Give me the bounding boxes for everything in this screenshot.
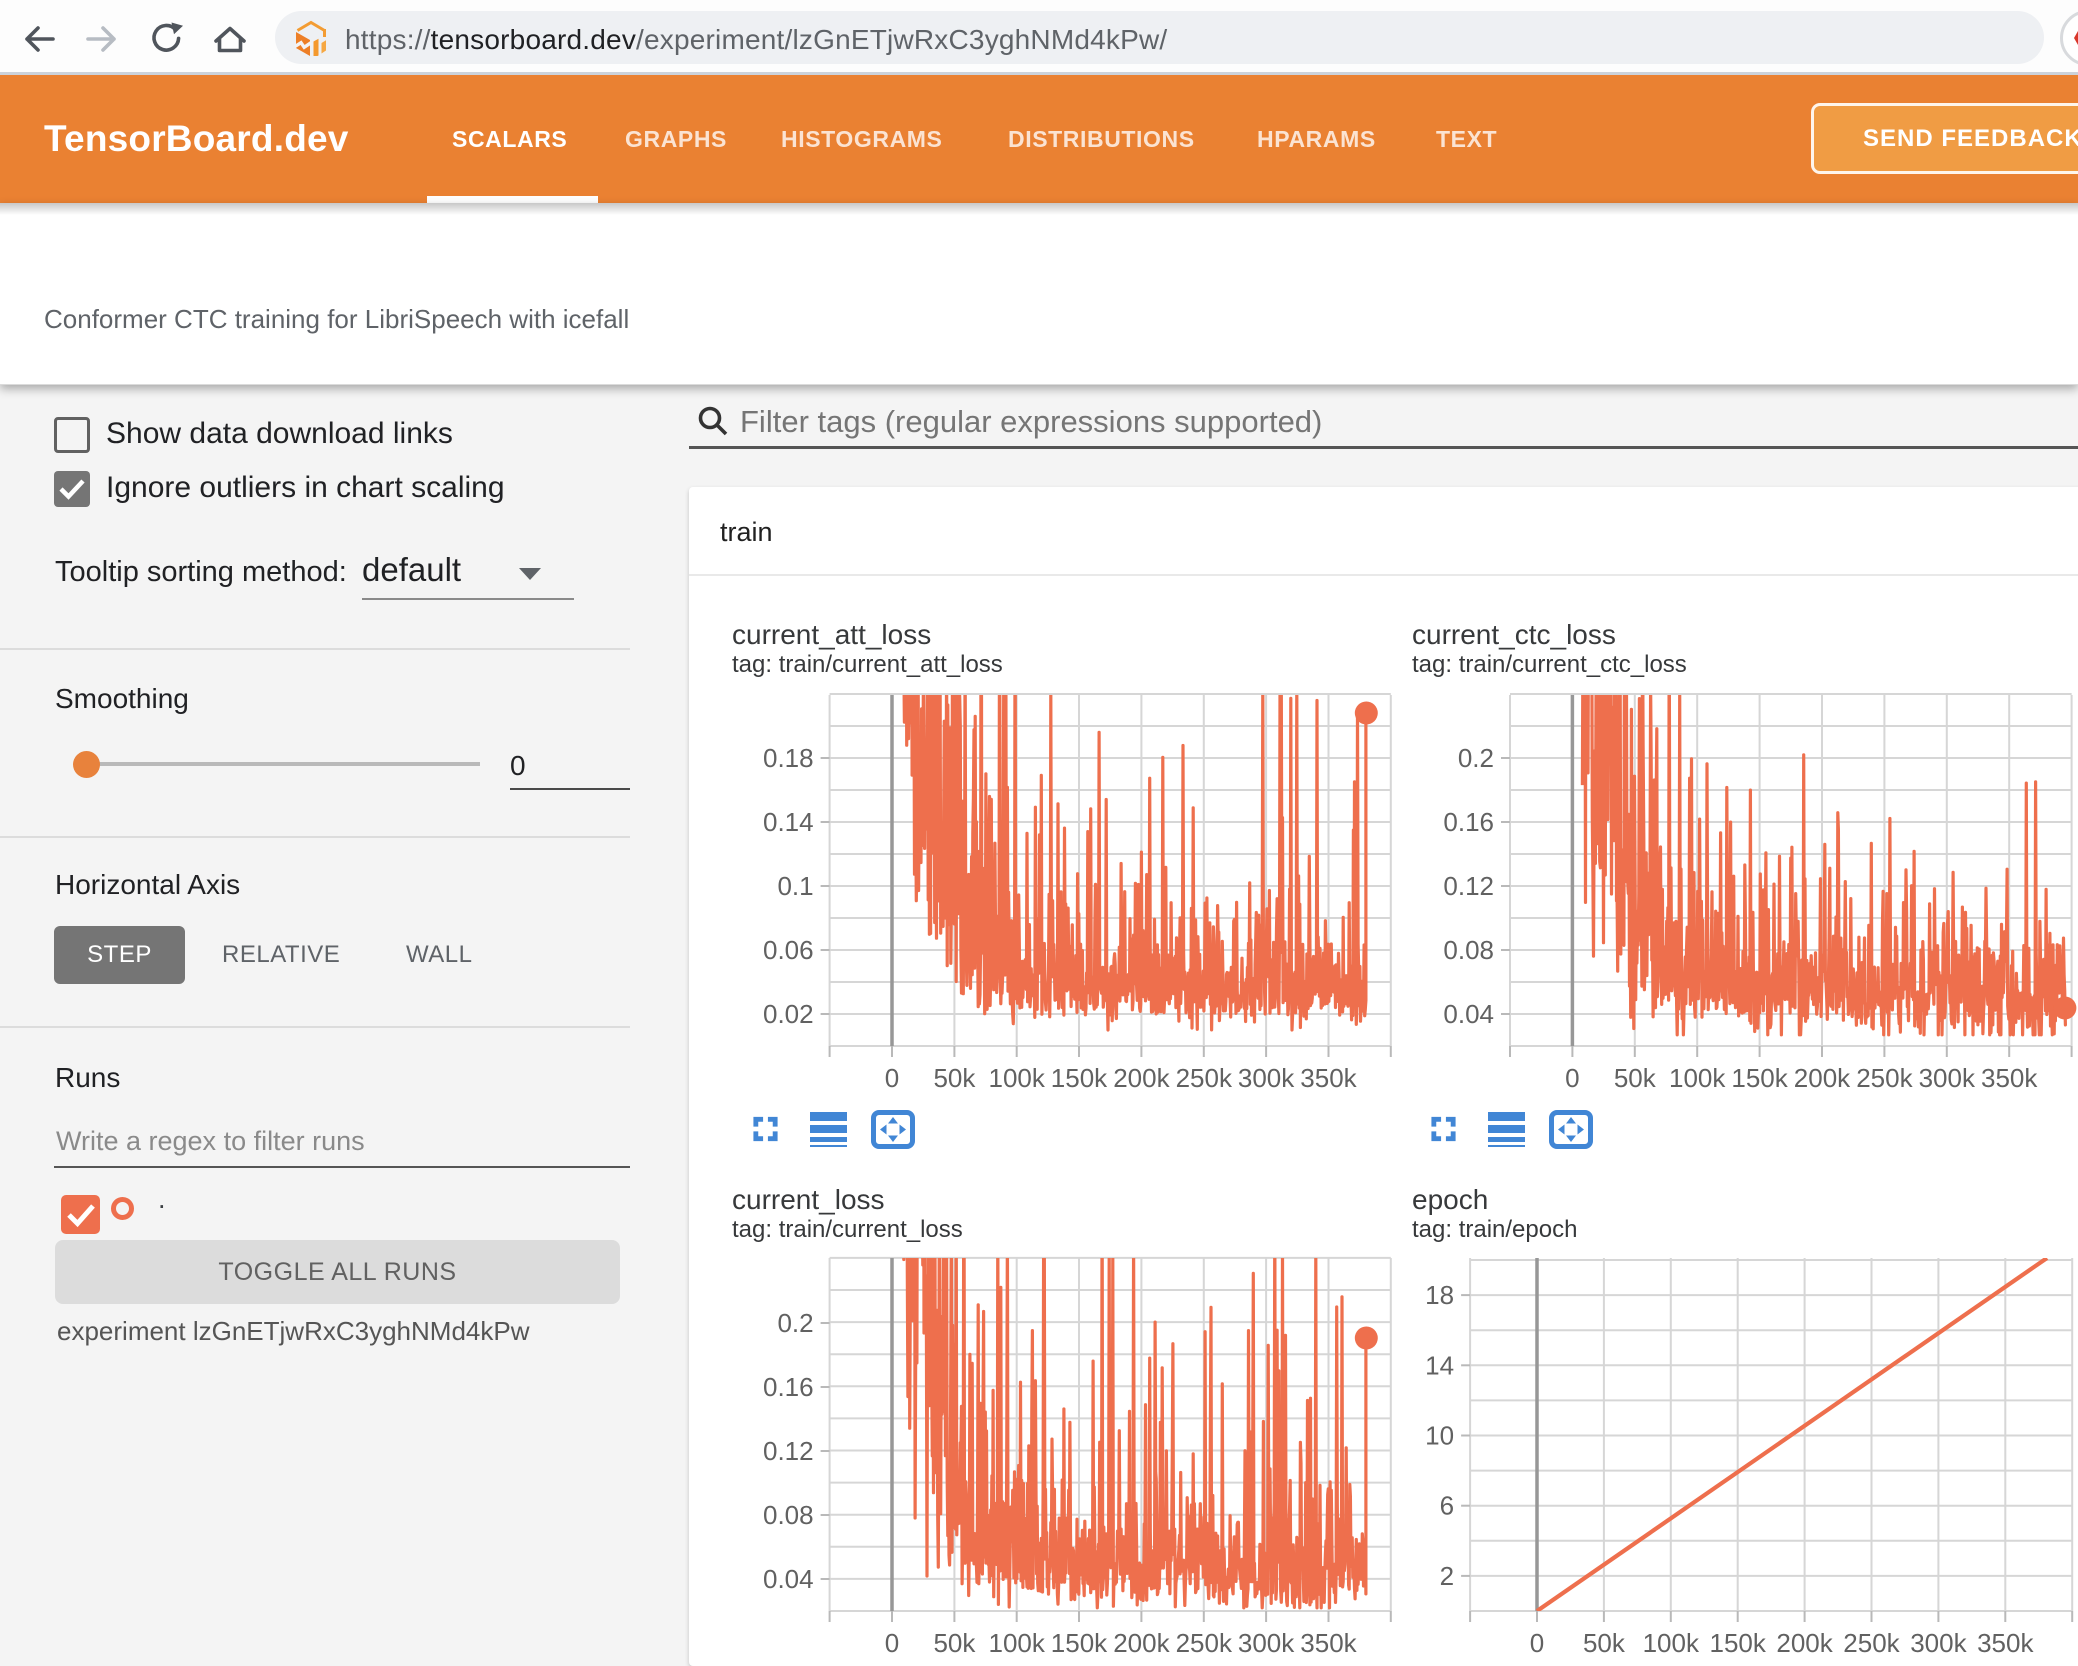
svg-text:250k: 250k (1176, 1063, 1233, 1093)
svg-text:0.04: 0.04 (763, 1564, 814, 1594)
svg-text:300k: 300k (1910, 1628, 1967, 1658)
svg-text:250k: 250k (1843, 1628, 1900, 1658)
svg-text:0.02: 0.02 (763, 999, 814, 1029)
svg-text:300k: 300k (1238, 1628, 1295, 1658)
svg-text:350k: 350k (1977, 1628, 2034, 1658)
svg-text:200k: 200k (1794, 1063, 1851, 1093)
svg-text:350k: 350k (1981, 1063, 2038, 1093)
svg-text:100k: 100k (1669, 1063, 1726, 1093)
svg-text:0.12: 0.12 (763, 1436, 814, 1466)
svg-text:50k: 50k (933, 1063, 976, 1093)
svg-text:0: 0 (1565, 1063, 1579, 1093)
svg-text:300k: 300k (1238, 1063, 1295, 1093)
svg-text:100k: 100k (1643, 1628, 1700, 1658)
svg-text:350k: 350k (1300, 1063, 1357, 1093)
svg-text:200k: 200k (1113, 1063, 1170, 1093)
svg-text:10: 10 (1425, 1421, 1454, 1451)
svg-text:250k: 250k (1856, 1063, 1913, 1093)
svg-text:0.12: 0.12 (1443, 871, 1494, 901)
svg-text:250k: 250k (1176, 1628, 1233, 1658)
svg-text:150k: 150k (1051, 1628, 1108, 1658)
svg-text:0.16: 0.16 (1443, 807, 1494, 837)
svg-text:0: 0 (885, 1063, 899, 1093)
svg-text:0.04: 0.04 (1443, 999, 1494, 1029)
svg-text:6: 6 (1440, 1491, 1454, 1521)
svg-text:150k: 150k (1731, 1063, 1788, 1093)
svg-text:0: 0 (1530, 1628, 1544, 1658)
svg-text:0.08: 0.08 (1443, 935, 1494, 965)
svg-text:18: 18 (1425, 1280, 1454, 1310)
svg-text:50k: 50k (933, 1628, 976, 1658)
svg-text:0: 0 (885, 1628, 899, 1658)
svg-text:0.16: 0.16 (763, 1372, 814, 1402)
svg-text:50k: 50k (1614, 1063, 1657, 1093)
svg-text:300k: 300k (1919, 1063, 1976, 1093)
svg-text:200k: 200k (1776, 1628, 1833, 1658)
svg-text:100k: 100k (989, 1628, 1046, 1658)
svg-text:150k: 150k (1051, 1063, 1108, 1093)
svg-text:0.2: 0.2 (1458, 743, 1494, 773)
svg-text:150k: 150k (1710, 1628, 1767, 1658)
svg-text:200k: 200k (1113, 1628, 1170, 1658)
svg-text:0.14: 0.14 (763, 807, 814, 837)
svg-text:100k: 100k (989, 1063, 1046, 1093)
svg-text:0.18: 0.18 (763, 743, 814, 773)
svg-text:2: 2 (1440, 1561, 1454, 1591)
svg-text:50k: 50k (1583, 1628, 1626, 1658)
svg-text:350k: 350k (1300, 1628, 1357, 1658)
svg-text:0.1: 0.1 (777, 871, 813, 901)
svg-text:0.06: 0.06 (763, 935, 814, 965)
svg-text:0.2: 0.2 (777, 1308, 813, 1338)
svg-text:0.08: 0.08 (763, 1500, 814, 1530)
svg-text:14: 14 (1425, 1350, 1454, 1380)
